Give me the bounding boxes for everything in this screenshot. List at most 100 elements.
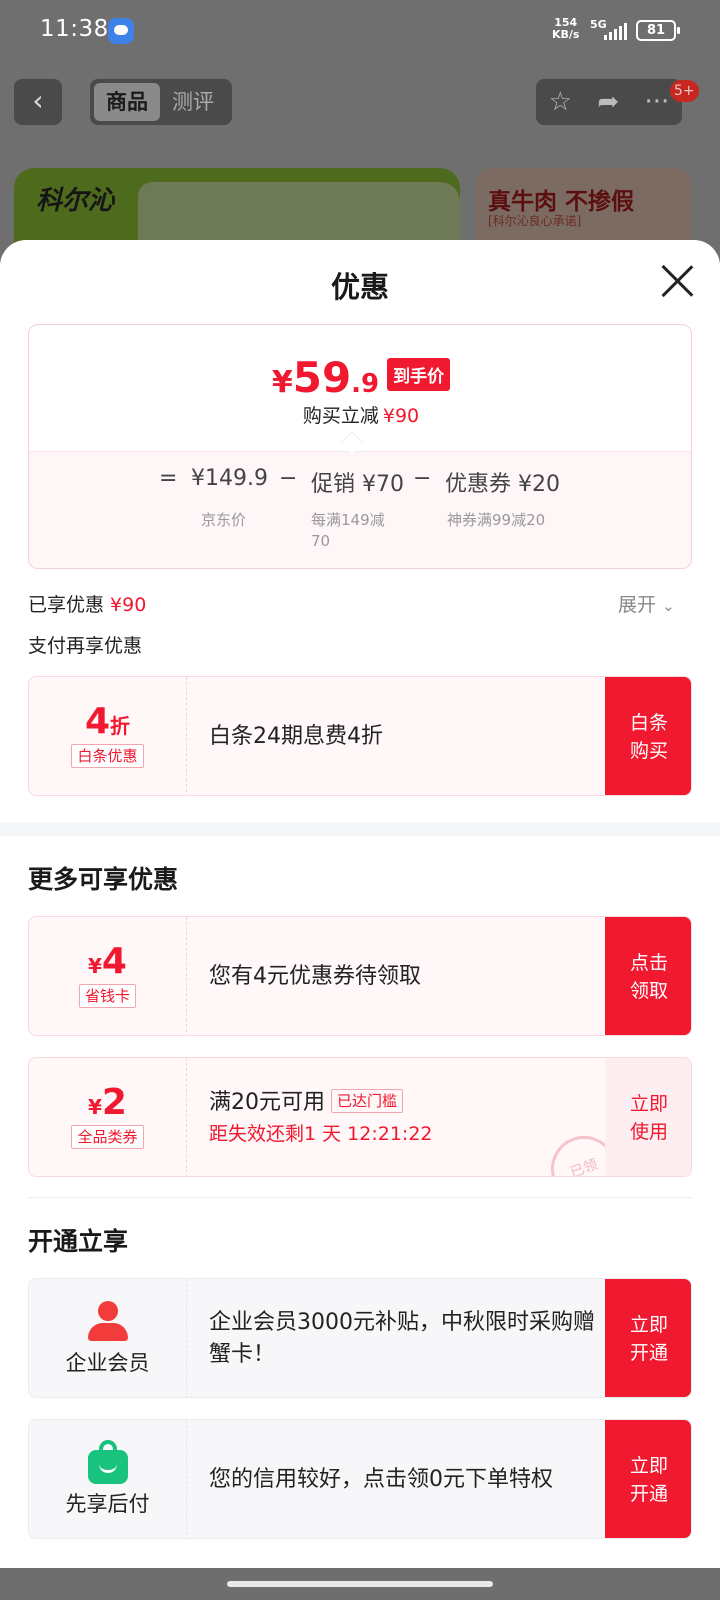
open-enterprise-button[interactable]: 立即 开通 — [605, 1279, 691, 1397]
price-integer: 59 — [292, 353, 352, 402]
saving-label: 购买立减 — [302, 405, 379, 427]
promo-banner-subtitle: [科尔沁良心承诺] — [488, 214, 582, 228]
promo-desc-line-1: 每满149减 — [311, 511, 385, 529]
open-enjoy-title: 开通立享 — [28, 1227, 129, 1256]
baitiao-amount: 4 — [84, 701, 111, 742]
share-icon[interactable]: ➦ — [597, 87, 619, 117]
network-speed-unit: KB/s — [552, 28, 580, 41]
coupon1-label: 省钱卡 — [78, 984, 136, 1008]
message-badge: 5+ — [670, 80, 699, 102]
coupon2-label: 全品类券 — [71, 1125, 144, 1149]
home-indicator[interactable] — [227, 1581, 493, 1587]
expand-button[interactable]: 展开 ⌄ — [618, 590, 675, 617]
discount-sheet: 优惠 ¥59.9 到手价 购买立减 ¥90 = ¥149.9 京东价 − 促销 ¥7… — [0, 240, 720, 1568]
offer-amount: ¥4 — [29, 941, 186, 982]
brand-logo: 科尔沁 — [36, 186, 115, 216]
jd-price: ¥149.9 — [191, 466, 268, 491]
tab-review[interactable]: 测评 — [160, 83, 226, 121]
button-line-1: 点击 — [629, 952, 668, 974]
promo-discount-desc: 每满149减 70 — [311, 510, 385, 552]
coupon2-countdown: 距失效还剩1 天 12:21:22 — [209, 1123, 433, 1145]
coupon1-symbol: ¥ — [88, 954, 102, 978]
offer-left-panel: ¥2 全品类券 — [29, 1058, 187, 1176]
enjoyed-discount: 已享优惠 ¥90 — [28, 590, 146, 617]
coupon-discount-desc: 神券满99减20 — [447, 511, 546, 529]
close-icon[interactable] — [660, 264, 694, 298]
sheet-title: 优惠 — [330, 270, 389, 304]
price-breakdown: = ¥149.9 京东价 − 促销 ¥70 每满149减 70 − 优惠券 ¥2… — [29, 451, 691, 568]
app-notification-icon — [108, 18, 134, 44]
open-paylater-button[interactable]: 立即 开通 — [605, 1420, 691, 1538]
promo-discount: 促销 ¥70 — [311, 472, 404, 497]
button-line-2: 领取 — [629, 980, 668, 1002]
user-icon — [87, 1301, 128, 1343]
nav-actions: ☆ ➦ ··· — [536, 79, 682, 125]
threshold-met-tag: 已达门槛 — [331, 1089, 404, 1113]
enjoyed-label: 已享优惠 — [28, 594, 105, 616]
offer-amount: ¥2 — [29, 1082, 186, 1123]
jd-price-label: 京东价 — [201, 511, 247, 529]
button-line-1: 立即 — [629, 1314, 668, 1336]
paylater-name: 先享后付 — [65, 1492, 150, 1516]
tab-product[interactable]: 商品 — [94, 83, 160, 121]
saving-value: ¥90 — [382, 405, 420, 427]
status-bar: 11:38 154 KB/s 5G 81 — [0, 0, 720, 62]
enterprise-member-offer: 企业会员 企业会员3000元补贴，中秋限时采购赠蟹卡！ 立即 开通 — [28, 1278, 692, 1398]
minus-sign: − — [279, 466, 298, 491]
coupon-offer-all-category: ¥2 全品类券 满20元可用 已达门槛 距失效还剩1 天 12:21:22 已领 … — [28, 1057, 692, 1177]
button-line-2: 使用 — [629, 1121, 668, 1143]
baitiao-buy-button[interactable]: 白条 购买 — [605, 677, 691, 795]
enjoyed-value: ¥90 — [110, 594, 147, 616]
section-divider — [0, 822, 720, 836]
button-line-2: 购买 — [629, 740, 668, 762]
more-offers-title: 更多可享优惠 — [28, 865, 179, 894]
equals-sign: = — [159, 466, 178, 491]
coupon2-condition: 满20元可用 — [209, 1090, 325, 1115]
instant-saving: 购买立减 ¥90 — [29, 401, 691, 428]
pay-more-label: 支付再享优惠 — [28, 635, 143, 657]
status-time: 11:38 — [40, 16, 109, 42]
coupon2-symbol: ¥ — [88, 1095, 102, 1119]
network-speed: 154 KB/s — [552, 17, 579, 41]
expand-label: 展开 — [618, 594, 657, 616]
button-line-1: 立即 — [629, 1455, 668, 1477]
coupon1-amount: 4 — [101, 941, 127, 982]
button-line-1: 立即 — [629, 1093, 668, 1115]
button-line-2: 开通 — [629, 1342, 668, 1364]
price-decimal: .9 — [351, 369, 380, 399]
offer-amount: 4折 — [29, 701, 186, 742]
chevron-down-icon: ⌄ — [662, 597, 675, 615]
divider — [28, 1197, 692, 1198]
shopping-bag-icon — [87, 1440, 128, 1484]
final-price: ¥59.9 到手价 — [29, 353, 691, 402]
offer-left-panel: 企业会员 — [29, 1279, 187, 1397]
claim-coupon-button[interactable]: 点击 领取 — [605, 917, 691, 1035]
minus-sign: − — [413, 466, 432, 491]
button-line-1: 白条 — [629, 712, 668, 734]
product-tabs: 商品 测评 — [90, 79, 232, 125]
button-line-2: 开通 — [629, 1483, 668, 1505]
baitiao-text: 白条24期息费4折 — [209, 724, 383, 749]
baitiao-label: 白条优惠 — [71, 744, 144, 768]
battery-icon: 81 — [636, 20, 680, 41]
offer-left-panel: ¥4 省钱卡 — [29, 917, 187, 1035]
baitiao-offer: 4折 白条优惠 白条24期息费4折 白条 购买 — [28, 676, 692, 796]
enterprise-name: 企业会员 — [65, 1351, 150, 1375]
price-summary-card: ¥59.9 到手价 购买立减 ¥90 = ¥149.9 京东价 − 促销 ¥70 每… — [28, 324, 692, 569]
coupon2-details: 满20元可用 已达门槛 距失效还剩1 天 12:21:22 — [209, 1058, 599, 1176]
enterprise-text: 企业会员3000元补贴，中秋限时采购赠蟹卡！ — [209, 1310, 595, 1367]
paylater-text: 您的信用较好，点击领0元下单特权 — [209, 1467, 553, 1492]
promo-banner-title: 真牛肉 不掺假 — [488, 189, 635, 215]
price-symbol: ¥ — [271, 365, 293, 400]
back-button[interactable]: ‹ — [14, 79, 62, 125]
use-coupon-button[interactable]: 立即 使用 — [605, 1058, 691, 1176]
star-icon[interactable]: ☆ — [549, 87, 572, 117]
final-price-tag: 到手价 — [387, 358, 451, 391]
coupon2-amount: 2 — [101, 1082, 127, 1123]
coupon1-text: 您有4元优惠券待领取 — [209, 964, 421, 989]
baitiao-unit: 折 — [110, 714, 131, 738]
offer-left-panel: 4折 白条优惠 — [29, 677, 187, 795]
signal-icon — [604, 22, 627, 40]
more-icon[interactable]: ··· — [645, 87, 670, 117]
promo-desc-line-2: 70 — [311, 532, 331, 550]
